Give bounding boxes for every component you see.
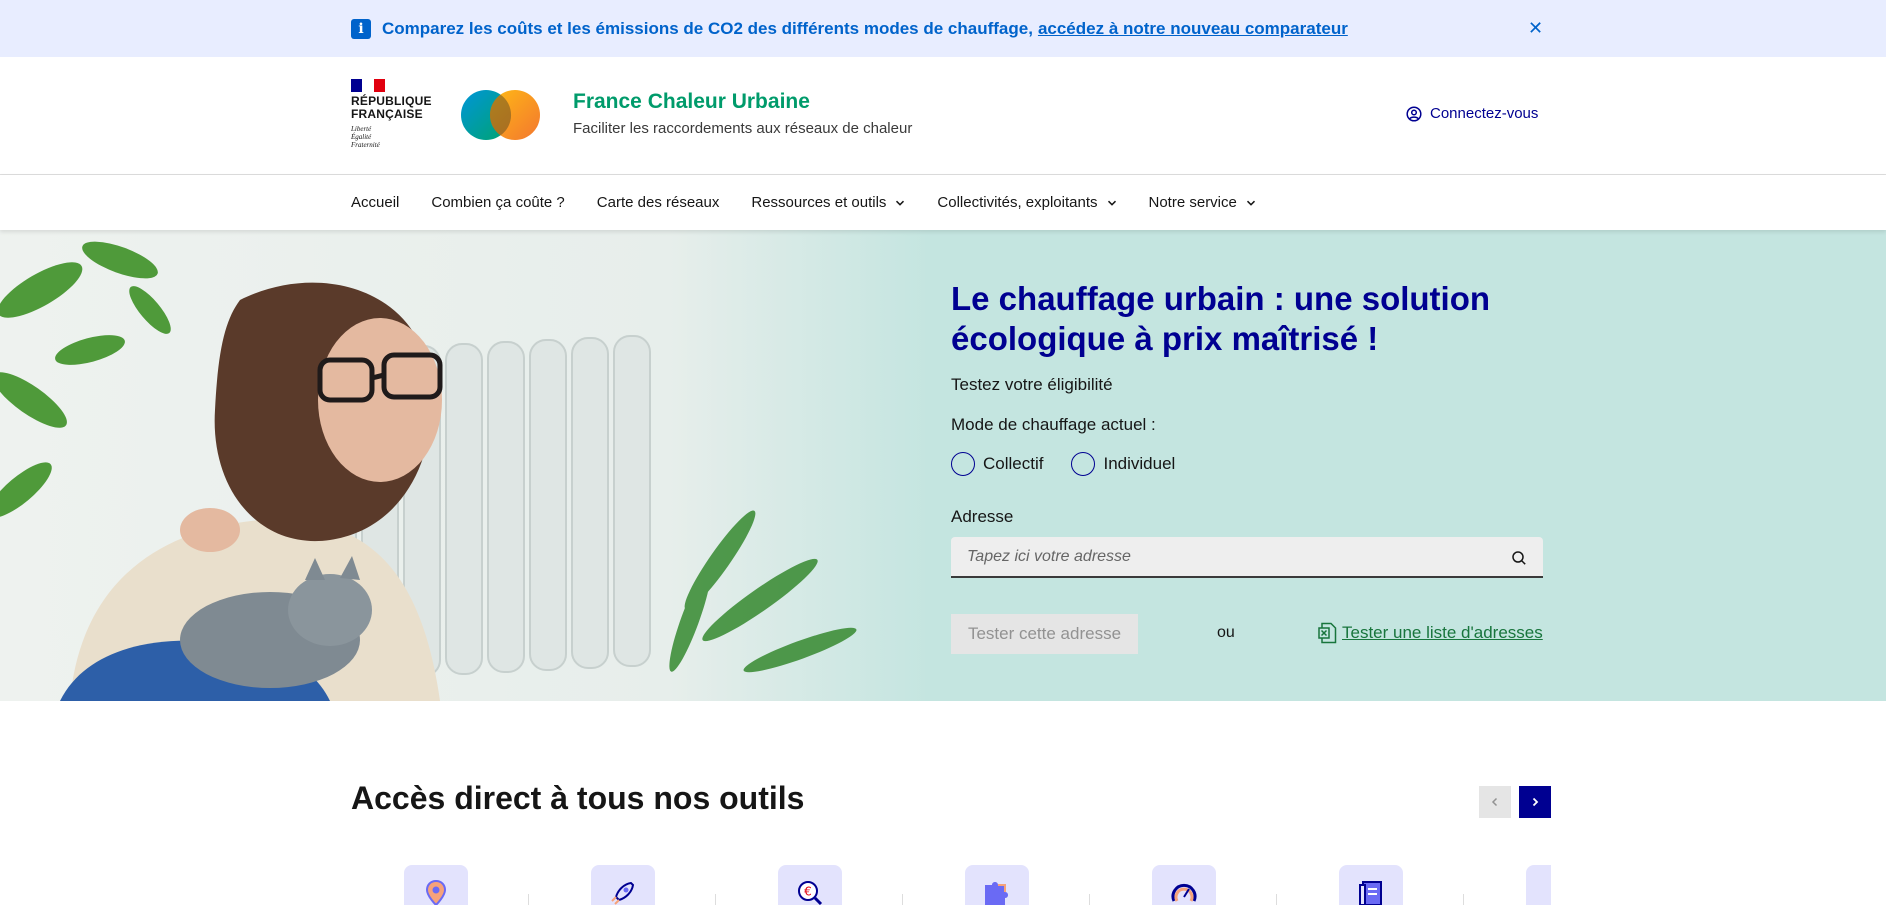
tool-separator xyxy=(528,894,529,905)
chevron-down-icon xyxy=(1246,200,1255,206)
nav-label: Notre service xyxy=(1148,194,1237,211)
nav-label: Ressources et outils xyxy=(751,194,887,211)
heating-mode-label: Mode de chauffage actuel : xyxy=(951,415,1156,434)
notice-banner: i Comparez les coûts et les émissions de… xyxy=(0,0,1886,57)
gauge-icon xyxy=(1171,883,1197,902)
nav-item-ressources[interactable]: Ressources et outils xyxy=(751,194,905,211)
radio-circle[interactable] xyxy=(951,452,975,476)
test-address-button[interactable]: Tester cette adresse xyxy=(951,614,1138,654)
rocket-icon xyxy=(611,881,635,905)
notice-link[interactable]: accédez à notre nouveau comparateur xyxy=(1038,19,1348,39)
radio-collectif[interactable]: Collectif xyxy=(951,452,1043,476)
tool-separator xyxy=(715,894,716,905)
spreadsheet-icon xyxy=(1318,622,1337,644)
map-pin-icon xyxy=(425,879,447,905)
chevron-right-icon xyxy=(1532,797,1539,807)
carousel-next-button[interactable] xyxy=(1519,786,1551,818)
notice-text: Comparez les coûts et les émissions de C… xyxy=(382,18,1033,38)
radio-label: Collectif xyxy=(983,454,1044,473)
close-icon[interactable]: ✕ xyxy=(1528,16,1543,40)
tool-euro-magnifier[interactable]: € xyxy=(778,865,842,905)
main-nav: Accueil Combien ça coûte ? Carte des rés… xyxy=(0,175,1886,230)
nav-item-combien[interactable]: Combien ça coûte ? xyxy=(431,194,564,211)
user-circle-icon xyxy=(1406,105,1422,122)
tool-rocket[interactable] xyxy=(591,865,655,905)
radio-circle[interactable] xyxy=(1071,452,1096,476)
nav-label: Combien ça coûte ? xyxy=(431,194,565,211)
carousel-prev-button[interactable] xyxy=(1479,786,1511,818)
search-icon[interactable] xyxy=(1511,550,1527,566)
hero-subtitle: Testez votre éligibilité xyxy=(951,375,1113,394)
nav-list: Accueil Combien ça coûte ? Carte des rés… xyxy=(351,175,1288,230)
site-header: RÉPUBLIQUE FRANÇAISE Liberté Égalité Fra… xyxy=(0,57,1886,175)
nav-item-notre-service[interactable]: Notre service xyxy=(1149,194,1256,211)
hero-section: Le chauffage urbain : une solution écolo… xyxy=(0,230,1886,701)
hero-title: Le chauffage urbain : une solution écolo… xyxy=(951,280,1491,357)
tool-map-pin[interactable] xyxy=(404,865,468,905)
nav-item-accueil[interactable]: Accueil xyxy=(351,194,399,211)
republique-francaise-logo[interactable]: RÉPUBLIQUE FRANÇAISE Liberté Égalité Fra… xyxy=(351,79,431,154)
tool-gauge[interactable] xyxy=(1152,865,1216,905)
hero-photo xyxy=(0,230,930,701)
service-title[interactable]: France Chaleur Urbaine xyxy=(573,90,810,114)
tool-puzzle[interactable] xyxy=(965,865,1029,905)
french-flag-icon xyxy=(351,79,385,92)
motto-egalite: Égalité xyxy=(351,133,372,141)
puzzle-icon xyxy=(985,882,1008,905)
france-chaleur-urbaine-logo[interactable] xyxy=(461,89,541,141)
nav-label: Accueil xyxy=(351,194,400,211)
service-tagline: Faciliter les raccordements aux réseaux … xyxy=(573,120,913,137)
connect-link[interactable]: Connectez-vous xyxy=(1406,105,1538,122)
address-label: Adresse xyxy=(951,507,1014,526)
list-link-label: Tester une liste d'adresses xyxy=(1342,623,1543,642)
chevron-down-icon xyxy=(1107,200,1116,206)
connect-label: Connectez-vous xyxy=(1430,105,1539,122)
nav-item-carte[interactable]: Carte des réseaux xyxy=(597,194,720,211)
nav-label: Carte des réseaux xyxy=(596,194,720,211)
tool-separator xyxy=(1276,894,1277,905)
tool-separator xyxy=(902,894,903,905)
svg-text:€: € xyxy=(804,885,812,899)
tool-separator xyxy=(1463,894,1464,905)
chevron-left-icon xyxy=(1544,879,1551,905)
notice-content: i Comparez les coûts et les émissions de… xyxy=(351,0,1348,57)
chevron-left-icon xyxy=(1491,797,1498,807)
info-icon: i xyxy=(351,18,371,39)
republic-name-line2: FRANÇAISE xyxy=(351,107,423,121)
motto-fraternite: Fraternité xyxy=(351,141,380,149)
tool-document[interactable] xyxy=(1339,865,1403,905)
republic-motto: Liberté Égalité Fraternité xyxy=(351,125,431,149)
motto-liberte: Liberté xyxy=(351,125,372,133)
address-input[interactable] xyxy=(951,537,1543,578)
test-address-list-link[interactable]: Tester une liste d'adresses xyxy=(1318,622,1543,644)
tools-carousel: € xyxy=(351,862,1551,905)
document-icon xyxy=(1359,881,1382,905)
radio-individuel[interactable]: Individuel xyxy=(1071,452,1175,476)
tool-separator xyxy=(1089,894,1090,905)
nav-label: Collectivités, exploitants xyxy=(937,194,1098,211)
euro-magnifier-icon: € xyxy=(798,881,823,905)
chevron-down-icon xyxy=(896,200,905,206)
tool-partial[interactable] xyxy=(1526,865,1551,905)
nav-item-collectivites[interactable]: Collectivités, exploitants xyxy=(937,194,1116,211)
or-separator: ou xyxy=(1217,624,1235,641)
tools-section-title: Accès direct à tous nos outils xyxy=(351,780,805,816)
heating-mode-radios: Collectif Individuel xyxy=(951,452,1203,476)
radio-label: Individuel xyxy=(1103,454,1176,473)
